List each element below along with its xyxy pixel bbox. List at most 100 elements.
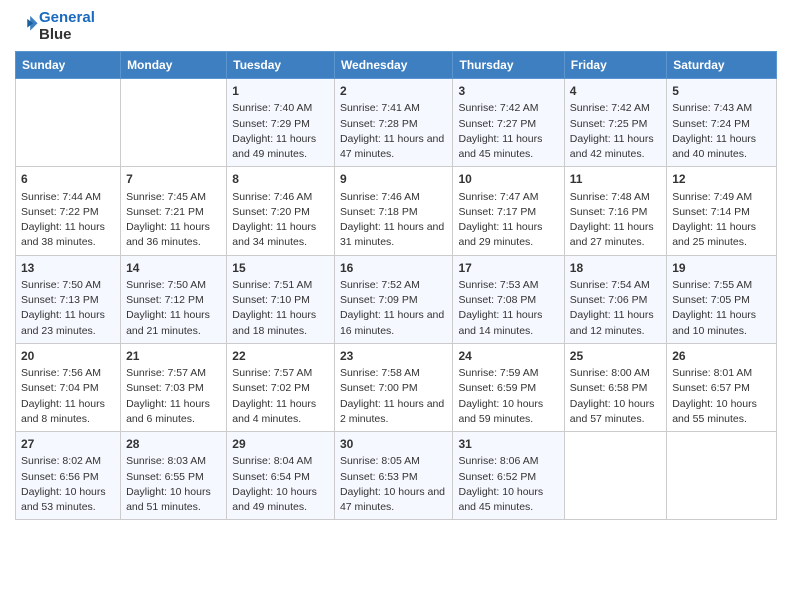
- day-info: Sunset: 7:24 PM: [672, 118, 750, 130]
- day-info: Daylight: 11 hours and 12 minutes.: [570, 309, 654, 336]
- day-info: Sunset: 6:56 PM: [21, 471, 99, 483]
- day-info: Sunrise: 7:54 AM: [570, 279, 650, 291]
- day-info: Sunset: 7:16 PM: [570, 206, 648, 218]
- day-info: Sunset: 7:09 PM: [340, 294, 418, 306]
- day-info: Daylight: 11 hours and 40 minutes.: [672, 133, 756, 160]
- day-info: Sunrise: 7:50 AM: [21, 279, 101, 291]
- day-info: Sunrise: 8:01 AM: [672, 367, 752, 379]
- day-info: Sunrise: 7:57 AM: [232, 367, 312, 379]
- calendar-week-row: 6 Sunrise: 7:44 AM Sunset: 7:22 PM Daylight…: [16, 167, 777, 255]
- calendar-cell: [564, 432, 666, 520]
- calendar-cell: 7Sunrise: 7:45 AMSunset: 7:21 PMDaylight…: [121, 167, 227, 255]
- calendar-cell: 29Sunrise: 8:04 AMSunset: 6:54 PMDayligh…: [227, 432, 335, 520]
- day-info: Sunset: 7:20 PM: [232, 206, 310, 218]
- day-info: Sunset: 7:22 PM: [21, 206, 99, 218]
- logo: General Blue: [15, 10, 95, 43]
- calendar-cell: 30Sunrise: 8:05 AMSunset: 6:53 PMDayligh…: [334, 432, 453, 520]
- day-number: 6: [21, 171, 115, 188]
- calendar-cell: 1Sunrise: 7:40 AMSunset: 7:29 PMDaylight…: [227, 79, 335, 167]
- calendar-cell: 6 Sunrise: 7:44 AM Sunset: 7:22 PM Daylight…: [16, 167, 121, 255]
- logo-text: General Blue: [39, 10, 95, 43]
- day-info: Sunset: 7:00 PM: [340, 382, 418, 394]
- day-info: Sunrise: 7:48 AM: [570, 191, 650, 203]
- day-number: 17: [458, 260, 558, 277]
- day-info: Daylight: 11 hours and 31 minutes.: [340, 221, 444, 248]
- day-number: 15: [232, 260, 329, 277]
- day-info: Daylight: 11 hours and 4 minutes.: [232, 398, 316, 425]
- day-number: 8: [232, 171, 329, 188]
- day-info: Daylight: 11 hours and 42 minutes.: [570, 133, 654, 160]
- day-number: 10: [458, 171, 558, 188]
- calendar-cell: 15Sunrise: 7:51 AMSunset: 7:10 PMDayligh…: [227, 255, 335, 343]
- day-of-week-header: Friday: [564, 52, 666, 79]
- day-info: Daylight: 11 hours and 25 minutes.: [672, 221, 756, 248]
- day-info: Sunrise: 7:44 AM: [21, 191, 101, 203]
- day-number: 11: [570, 171, 661, 188]
- day-of-week-header: Monday: [121, 52, 227, 79]
- day-info: Sunrise: 7:43 AM: [672, 102, 752, 114]
- day-info: Sunrise: 7:49 AM: [672, 191, 752, 203]
- calendar-cell: 14Sunrise: 7:50 AMSunset: 7:12 PMDayligh…: [121, 255, 227, 343]
- day-number: 23: [340, 348, 448, 365]
- day-info: Daylight: 11 hours and 36 minutes.: [126, 221, 210, 248]
- day-info: Daylight: 11 hours and 18 minutes.: [232, 309, 316, 336]
- calendar-cell: 8Sunrise: 7:46 AMSunset: 7:20 PMDaylight…: [227, 167, 335, 255]
- calendar-week-row: 13Sunrise: 7:50 AMSunset: 7:13 PMDayligh…: [16, 255, 777, 343]
- day-info: Daylight: 11 hours and 45 minutes.: [458, 133, 542, 160]
- day-info: Sunset: 6:53 PM: [340, 471, 418, 483]
- day-info: Sunset: 7:13 PM: [21, 294, 99, 306]
- day-info: Sunset: 7:28 PM: [340, 118, 418, 130]
- day-number: 26: [672, 348, 771, 365]
- day-info: Sunrise: 7:59 AM: [458, 367, 538, 379]
- day-info: Sunrise: 7:42 AM: [458, 102, 538, 114]
- day-info: Daylight: 11 hours and 38 minutes.: [21, 221, 105, 248]
- day-of-week-header: Wednesday: [334, 52, 453, 79]
- day-info: Sunset: 6:55 PM: [126, 471, 204, 483]
- day-info: Sunrise: 7:58 AM: [340, 367, 420, 379]
- day-info: Sunset: 7:27 PM: [458, 118, 536, 130]
- day-info: Daylight: 10 hours and 45 minutes.: [458, 486, 543, 513]
- day-number: 21: [126, 348, 221, 365]
- day-number: 24: [458, 348, 558, 365]
- calendar-cell: 16Sunrise: 7:52 AMSunset: 7:09 PMDayligh…: [334, 255, 453, 343]
- day-number: 30: [340, 436, 448, 453]
- day-number: 9: [340, 171, 448, 188]
- day-info: Sunset: 7:25 PM: [570, 118, 648, 130]
- page-header: General Blue: [15, 10, 777, 43]
- calendar-table: SundayMondayTuesdayWednesdayThursdayFrid…: [15, 51, 777, 520]
- day-number: 29: [232, 436, 329, 453]
- day-info: Sunrise: 7:51 AM: [232, 279, 312, 291]
- day-info: Daylight: 11 hours and 27 minutes.: [570, 221, 654, 248]
- day-number: 19: [672, 260, 771, 277]
- day-info: Sunrise: 8:06 AM: [458, 455, 538, 467]
- day-info: Daylight: 11 hours and 10 minutes.: [672, 309, 756, 336]
- day-info: Sunset: 7:04 PM: [21, 382, 99, 394]
- day-of-week-header: Sunday: [16, 52, 121, 79]
- calendar-cell: 25Sunrise: 8:00 AMSunset: 6:58 PMDayligh…: [564, 343, 666, 431]
- calendar-week-row: 1Sunrise: 7:40 AMSunset: 7:29 PMDaylight…: [16, 79, 777, 167]
- day-info: Sunrise: 8:03 AM: [126, 455, 206, 467]
- day-info: Sunrise: 7:50 AM: [126, 279, 206, 291]
- day-number: 31: [458, 436, 558, 453]
- day-info: Sunrise: 8:05 AM: [340, 455, 420, 467]
- day-info: Sunrise: 7:53 AM: [458, 279, 538, 291]
- day-info: Daylight: 10 hours and 49 minutes.: [232, 486, 317, 513]
- day-info: Sunset: 6:54 PM: [232, 471, 310, 483]
- calendar-cell: 17Sunrise: 7:53 AMSunset: 7:08 PMDayligh…: [453, 255, 564, 343]
- day-number: 22: [232, 348, 329, 365]
- day-info: Sunrise: 7:46 AM: [232, 191, 312, 203]
- day-info: Sunrise: 7:41 AM: [340, 102, 420, 114]
- day-info: Sunset: 7:03 PM: [126, 382, 204, 394]
- day-number: 5: [672, 83, 771, 100]
- calendar-cell: 11 Sunrise: 7:48 AM Sunset: 7:16 PM Dayligh…: [564, 167, 666, 255]
- day-info: Sunrise: 7:42 AM: [570, 102, 650, 114]
- day-info: Daylight: 11 hours and 2 minutes.: [340, 398, 444, 425]
- day-number: 18: [570, 260, 661, 277]
- day-info: Sunrise: 7:52 AM: [340, 279, 420, 291]
- day-info: Sunrise: 7:40 AM: [232, 102, 312, 114]
- day-info: Daylight: 11 hours and 8 minutes.: [21, 398, 105, 425]
- day-number: 2: [340, 83, 448, 100]
- day-info: Sunrise: 8:00 AM: [570, 367, 650, 379]
- day-number: 28: [126, 436, 221, 453]
- day-info: Sunrise: 8:02 AM: [21, 455, 101, 467]
